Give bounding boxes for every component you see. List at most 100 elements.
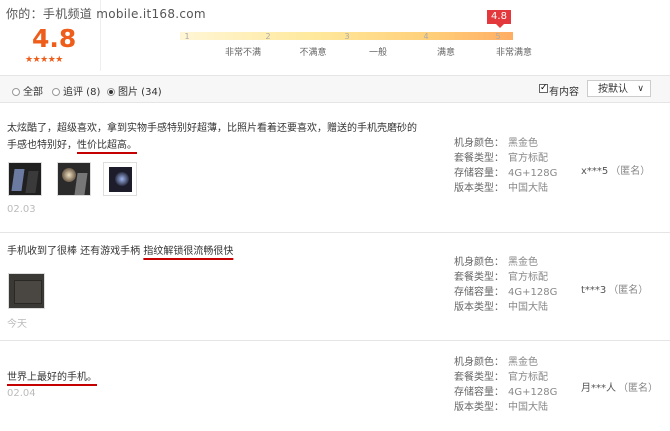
star-rating: ★★★★★	[25, 55, 63, 65]
spec-row: 版本类型： 中国大陆	[454, 400, 557, 415]
spec-row: 套餐类型： 官方标配	[454, 270, 557, 285]
highlighted-phrase: 指纹解锁很流畅很快	[143, 246, 234, 257]
photo-content	[25, 171, 39, 193]
site-watermark: 你的：手机频道 mobile.it168.com	[6, 7, 206, 21]
scale-label-2: 不满意	[299, 48, 327, 58]
spec-row: 机身颜色： 黑金色	[454, 355, 557, 370]
has-content-checkbox[interactable]: ✓	[539, 84, 548, 93]
reviewer-username: x***5	[581, 166, 609, 177]
spec-label: 版本类型：	[454, 302, 504, 313]
spec-value: 黑金色	[508, 257, 538, 268]
scale-label-4: 满意	[436, 48, 455, 58]
review-text-segment: 手感也特别好，	[7, 140, 77, 151]
photo-content	[74, 173, 88, 195]
sort-dropdown[interactable]: 按默认 ∨	[587, 80, 651, 97]
reviewer-username: 月***人	[581, 383, 616, 394]
spec-label: 机身颜色：	[454, 138, 504, 149]
spec-value: 4G+128G	[508, 387, 558, 398]
scale-tick-2: 2	[265, 32, 271, 41]
spec-row: 机身颜色： 黑金色	[454, 255, 557, 270]
current-score-badge: 4.8	[487, 10, 511, 28]
anonymous-tag: （匿名）	[618, 383, 658, 394]
spec-label: 存储容量：	[454, 387, 504, 398]
spec-row: 存储容量： 4G+128G	[454, 166, 557, 181]
spec-value: 官方标配	[508, 153, 548, 164]
radio-icon[interactable]	[12, 88, 20, 96]
review-date: 02.04	[7, 388, 36, 399]
sort-dropdown-value: 按默认	[598, 84, 628, 95]
review-photo-thumbnail[interactable]	[8, 273, 45, 309]
spec-value: 官方标配	[508, 372, 548, 383]
review-photo-thumbnail[interactable]	[8, 162, 42, 196]
review-text-line: 手感也特别好，性价比超高。	[7, 137, 417, 154]
spec-row: 存储容量： 4G+128G	[454, 385, 557, 400]
filter-followup-label: 追评 (8)	[63, 87, 101, 98]
review-date: 今天	[7, 319, 27, 330]
review-item: 太炫酷了，超级喜欢，拿到实物手感特别好超薄，比照片看着还要喜欢，赠送的手机壳磨砂…	[0, 114, 670, 233]
review-spec: 机身颜色： 黑金色 套餐类型： 官方标配 存储容量： 4G+128G 版本类型： 中国大…	[454, 355, 557, 415]
reviewer-name[interactable]: t***3 （匿名）	[581, 281, 648, 296]
photo-content	[115, 172, 129, 186]
filter-all[interactable]: 全部	[12, 83, 43, 98]
spec-value: 4G+128G	[508, 287, 558, 298]
spec-row: 版本类型： 中国大陆	[454, 181, 557, 196]
average-score: 4.8	[32, 24, 77, 53]
spec-label: 版本类型：	[454, 183, 504, 194]
anonymous-tag: （匿名）	[610, 166, 651, 177]
photo-content	[14, 280, 42, 304]
filter-pictures-label: 图片 (34)	[118, 87, 162, 98]
reviewer-name[interactable]: x***5 （匿名）	[581, 162, 650, 177]
radio-selected-icon[interactable]	[107, 88, 115, 96]
spec-label: 机身颜色：	[454, 257, 504, 268]
spec-value: 黑金色	[508, 357, 538, 368]
reviewer-name[interactable]: 月***人 （匿名）	[581, 379, 658, 394]
scale-tick-3: 3	[344, 32, 350, 41]
spec-value: 中国大陆	[508, 183, 548, 194]
filter-pictures[interactable]: 图片 (34)	[107, 83, 162, 98]
review-text-line: 太炫酷了，超级喜欢，拿到实物手感特别好超薄，比照片看着还要喜欢，赠送的手机壳磨砂…	[7, 123, 417, 134]
reviewer-username: t***3	[581, 285, 607, 296]
highlighted-phrase: 世界上最好的手机。	[7, 372, 97, 383]
review-text: 世界上最好的手机。	[7, 369, 97, 386]
spec-label: 套餐类型：	[454, 153, 504, 164]
spec-row: 套餐类型： 官方标配	[454, 370, 557, 385]
review-item: 手机收到了很棒 还有游戏手柄 指纹解锁很流畅很快 今天 机身颜色： 黑金色 套餐类…	[0, 233, 670, 341]
filter-all-label: 全部	[23, 87, 43, 98]
scale-label-3: 一般	[368, 48, 387, 58]
spec-value: 中国大陆	[508, 402, 548, 413]
spec-label: 版本类型：	[454, 402, 504, 413]
scale-tick-1: 1	[184, 32, 190, 41]
spec-value: 4G+128G	[508, 168, 558, 179]
review-text-segment: 手机收到了很棒 还有游戏手柄	[7, 246, 144, 257]
review-date: 02.03	[7, 204, 36, 215]
spec-label: 存储容量：	[454, 168, 504, 179]
spec-value: 黑金色	[508, 138, 538, 149]
scale-tick-4: 4	[423, 32, 429, 41]
spec-row: 套餐类型： 官方标配	[454, 151, 557, 166]
review-item: 世界上最好的手机。 02.04 机身颜色： 黑金色 套餐类型： 官方标配 存储容量：…	[0, 341, 670, 431]
review-spec: 机身颜色： 黑金色 套餐类型： 官方标配 存储容量： 4G+128G 版本类型： 中国大…	[454, 136, 557, 196]
review-filter-bar: 全部 追评 (8) 图片 (34) ✓ 有内容 按默认 ∨	[0, 75, 670, 103]
highlighted-phrase: 性价比超高。	[77, 140, 137, 151]
spec-row: 版本类型： 中国大陆	[454, 300, 557, 315]
photo-content	[62, 168, 76, 182]
review-text: 手机收到了很棒 还有游戏手柄 指纹解锁很流畅很快	[7, 243, 233, 260]
review-photo-thumbnail[interactable]	[57, 162, 91, 196]
review-photo-thumbnail[interactable]	[103, 162, 137, 196]
radio-icon[interactable]	[52, 88, 60, 96]
anonymous-tag: （匿名）	[608, 285, 649, 296]
has-content-label[interactable]: 有内容	[549, 83, 579, 98]
photo-content	[11, 169, 25, 191]
spec-row: 存储容量： 4G+128G	[454, 285, 557, 300]
spec-label: 存储容量：	[454, 287, 504, 298]
spec-label: 套餐类型：	[454, 372, 504, 383]
scale-tick-5: 5	[495, 32, 501, 41]
spec-value: 中国大陆	[508, 302, 548, 313]
spec-label: 套餐类型：	[454, 272, 504, 283]
spec-row: 机身颜色： 黑金色	[454, 136, 557, 151]
scale-label-5: 非常满意	[495, 48, 532, 58]
spec-value: 官方标配	[508, 272, 548, 283]
review-spec: 机身颜色： 黑金色 套餐类型： 官方标配 存储容量： 4G+128G 版本类型： 中国大…	[454, 255, 557, 315]
spec-label: 机身颜色：	[454, 357, 504, 368]
filter-followup[interactable]: 追评 (8)	[52, 83, 100, 98]
